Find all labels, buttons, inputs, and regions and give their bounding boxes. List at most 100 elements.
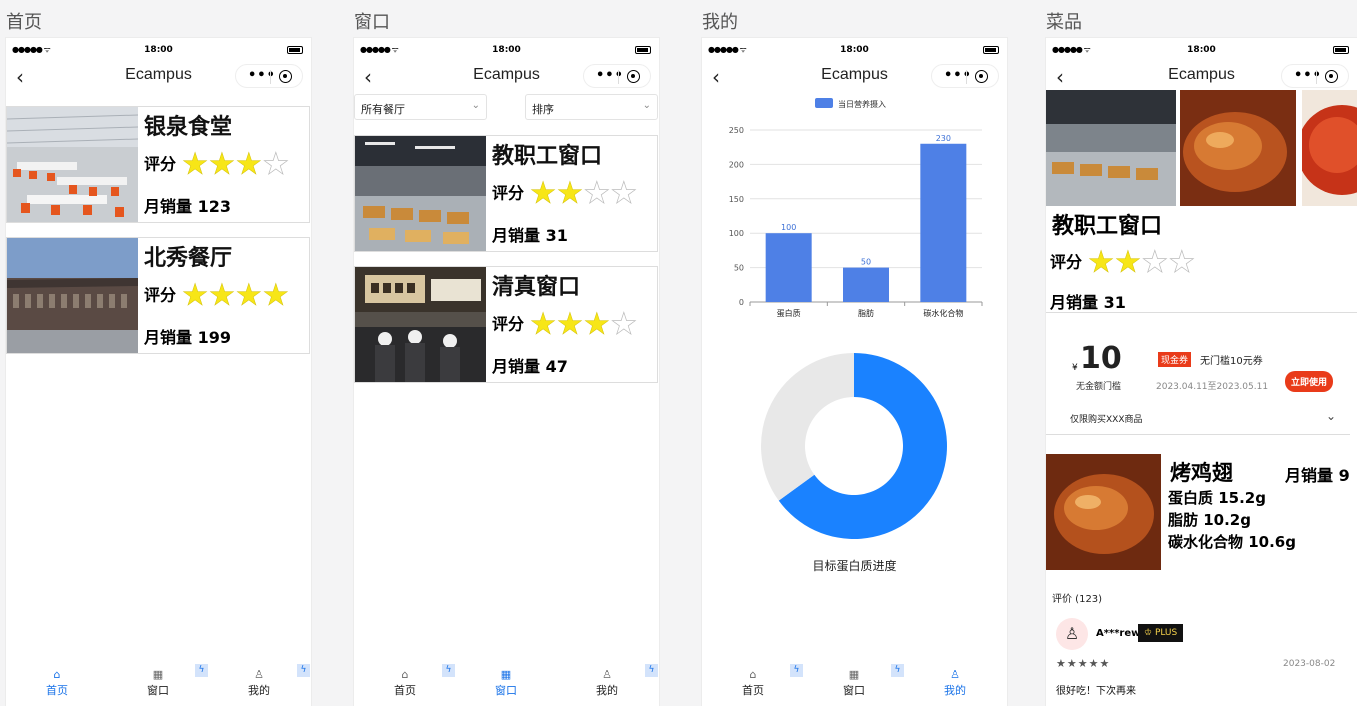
roast-wing-photo [1046, 454, 1161, 570]
restaurant-name: 北秀餐厅 [144, 246, 233, 271]
buffet-photo [1046, 90, 1176, 206]
battery-icon [635, 46, 651, 54]
tab-mine[interactable]: ♙ 我的 [925, 668, 985, 698]
filter-value: 所有餐厅 [361, 103, 405, 116]
capsule-divider [618, 70, 619, 84]
window-name: 教职工窗口 [1052, 214, 1163, 239]
mini-program-capsule[interactable]: ••• [235, 64, 303, 88]
close-target-icon[interactable] [627, 70, 640, 83]
y-tick-label: 150 [729, 195, 744, 204]
tab-window[interactable]: ▦ 窗口 [824, 668, 884, 698]
battery-icon [1333, 46, 1349, 54]
rating-label: 评分 [492, 183, 525, 203]
coupon-card: ¥ 10 无金额门槛 现金券 无门槛10元券 2023.04.11至2023.0… [1046, 313, 1350, 435]
use-coupon-button[interactable]: 立即使用 [1285, 371, 1334, 392]
dish-fat: 脂肪 10.2g [1168, 511, 1251, 529]
flash-icon: ϟ [891, 664, 904, 677]
chevron-down-icon[interactable]: ⌄ [1326, 409, 1336, 423]
nutrition-bar-chart: 当日营养摄入 0 50 100 150 200 250 100 蛋白质 50 脂肪 230 碳水化合物 [729, 98, 983, 318]
mini-program-capsule[interactable]: ••• [1281, 64, 1349, 88]
status-time: 18:00 [144, 45, 173, 55]
sort-select[interactable]: 排序 ⌄ [525, 94, 658, 120]
star-empty-icon: ★ [262, 147, 290, 182]
plus-badge: ♔ PLUS [1138, 624, 1184, 642]
status-bar: ●●●●● ᯤ 18:00 [702, 38, 1007, 62]
more-icon[interactable]: ••• [596, 68, 624, 83]
tab-label: 我的 [596, 684, 618, 697]
tab-window[interactable]: ▦ 窗口 [476, 668, 536, 698]
tab-mine[interactable]: ♙ 我的 [577, 668, 637, 698]
badge-label: PLUS [1154, 628, 1178, 638]
window-name: 教职工窗口 [492, 144, 603, 169]
rating-label: 评分 [492, 314, 525, 334]
star-empty-icon: ★ [583, 176, 611, 211]
user-icon: ♙ [950, 668, 960, 681]
phone-mine: ●●●●● ᯤ 18:00 ‹ Ecampus ••• 当日营养摄入 0 50 100… [702, 38, 1007, 706]
sales-value: 31 [1103, 293, 1126, 312]
screen-label-mine: 我的 [702, 12, 738, 33]
nav-bar: ‹ Ecampus ••• [702, 62, 1007, 92]
window-card[interactable]: 教职工窗口 评分 ★★★★ 月销量 31 [354, 135, 658, 252]
capsule-divider [1316, 70, 1317, 84]
home-icon: ⌂ [749, 668, 757, 681]
restaurant-filter-select[interactable]: 所有餐厅 ⌄ [354, 94, 487, 120]
tab-label: 首页 [742, 684, 764, 697]
tab-home[interactable]: ⌂ 首页 [27, 668, 87, 698]
x-tick-label: 蛋白质 [777, 308, 801, 318]
rating-row: 评分 ★★★★ [1050, 245, 1196, 280]
tab-bar: ⌂ 首页 ϟ ▦ 窗口 ϟ ♙ 我的 [702, 662, 1007, 706]
close-target-icon[interactable] [975, 70, 988, 83]
rating-row: 评分 ★★★★ [144, 147, 290, 182]
y-tick-label: 200 [729, 160, 744, 169]
restaurant-name: 银泉食堂 [144, 115, 233, 140]
grid-icon: ▦ [500, 668, 512, 681]
tab-label: 我的 [248, 684, 270, 697]
rating-label: 评分 [144, 285, 177, 305]
more-icon[interactable]: ••• [944, 68, 972, 83]
tab-home[interactable]: ⌂ 首页 [723, 668, 783, 698]
mini-program-capsule[interactable]: ••• [931, 64, 999, 88]
home-icon: ⌂ [401, 668, 409, 681]
mini-program-capsule[interactable]: ••• [583, 64, 651, 88]
y-tick-label: 0 [739, 298, 744, 307]
close-target-icon[interactable] [1325, 70, 1338, 83]
battery-icon [287, 46, 303, 54]
more-icon[interactable]: ••• [248, 68, 276, 83]
star-filled-icon: ★ [181, 278, 209, 313]
more-icon[interactable]: ••• [1294, 68, 1322, 83]
restaurant-card[interactable]: 银泉食堂 评分 ★★★★ 月销量 123 [6, 106, 310, 223]
star-filled-icon: ★ [529, 307, 557, 342]
monthly-sales: 月销量 31 [492, 222, 568, 246]
flash-icon: ϟ [645, 664, 658, 677]
star-empty-icon: ★ [610, 307, 638, 342]
rating-label: 评分 [1050, 252, 1083, 272]
star-filled-icon: ★ [529, 176, 557, 211]
sales-value: 199 [197, 328, 231, 347]
user-icon: ♙ [254, 668, 264, 681]
tab-window[interactable]: ▦ 窗口 [128, 668, 188, 698]
buffet-photo [355, 136, 486, 251]
y-tick-label: 100 [729, 229, 744, 238]
rating-row: 评分 ★★★★ [144, 278, 289, 313]
tab-home[interactable]: ⌂ 首页 [375, 668, 435, 698]
status-time: 18:00 [1187, 45, 1216, 55]
rating-row: 评分 ★★★★ [492, 307, 638, 342]
battery-icon [983, 46, 999, 54]
data-label: 50 [861, 258, 871, 267]
flash-icon: ϟ [297, 664, 310, 677]
dish-image-carousel[interactable] [1046, 90, 1357, 206]
grid-icon: ▦ [152, 668, 164, 681]
chevron-down-icon: ⌄ [471, 100, 480, 111]
data-label: 100 [781, 223, 796, 232]
tab-mine[interactable]: ♙ 我的 [229, 668, 289, 698]
close-target-icon[interactable] [279, 70, 292, 83]
protein-progress-donut [761, 353, 947, 539]
currency-symbol: ¥ [1072, 363, 1078, 373]
flash-icon: ϟ [442, 664, 455, 677]
window-name: 清真窗口 [492, 275, 581, 300]
restaurant-card[interactable]: 北秀餐厅 评分 ★★★★ 月销量 199 [6, 237, 310, 354]
tab-label: 我的 [944, 684, 966, 697]
window-card[interactable]: 清真窗口 评分 ★★★★ 月销量 47 [354, 266, 658, 383]
star-empty-icon: ★ [1141, 245, 1169, 280]
screen-label-home: 首页 [6, 12, 42, 33]
